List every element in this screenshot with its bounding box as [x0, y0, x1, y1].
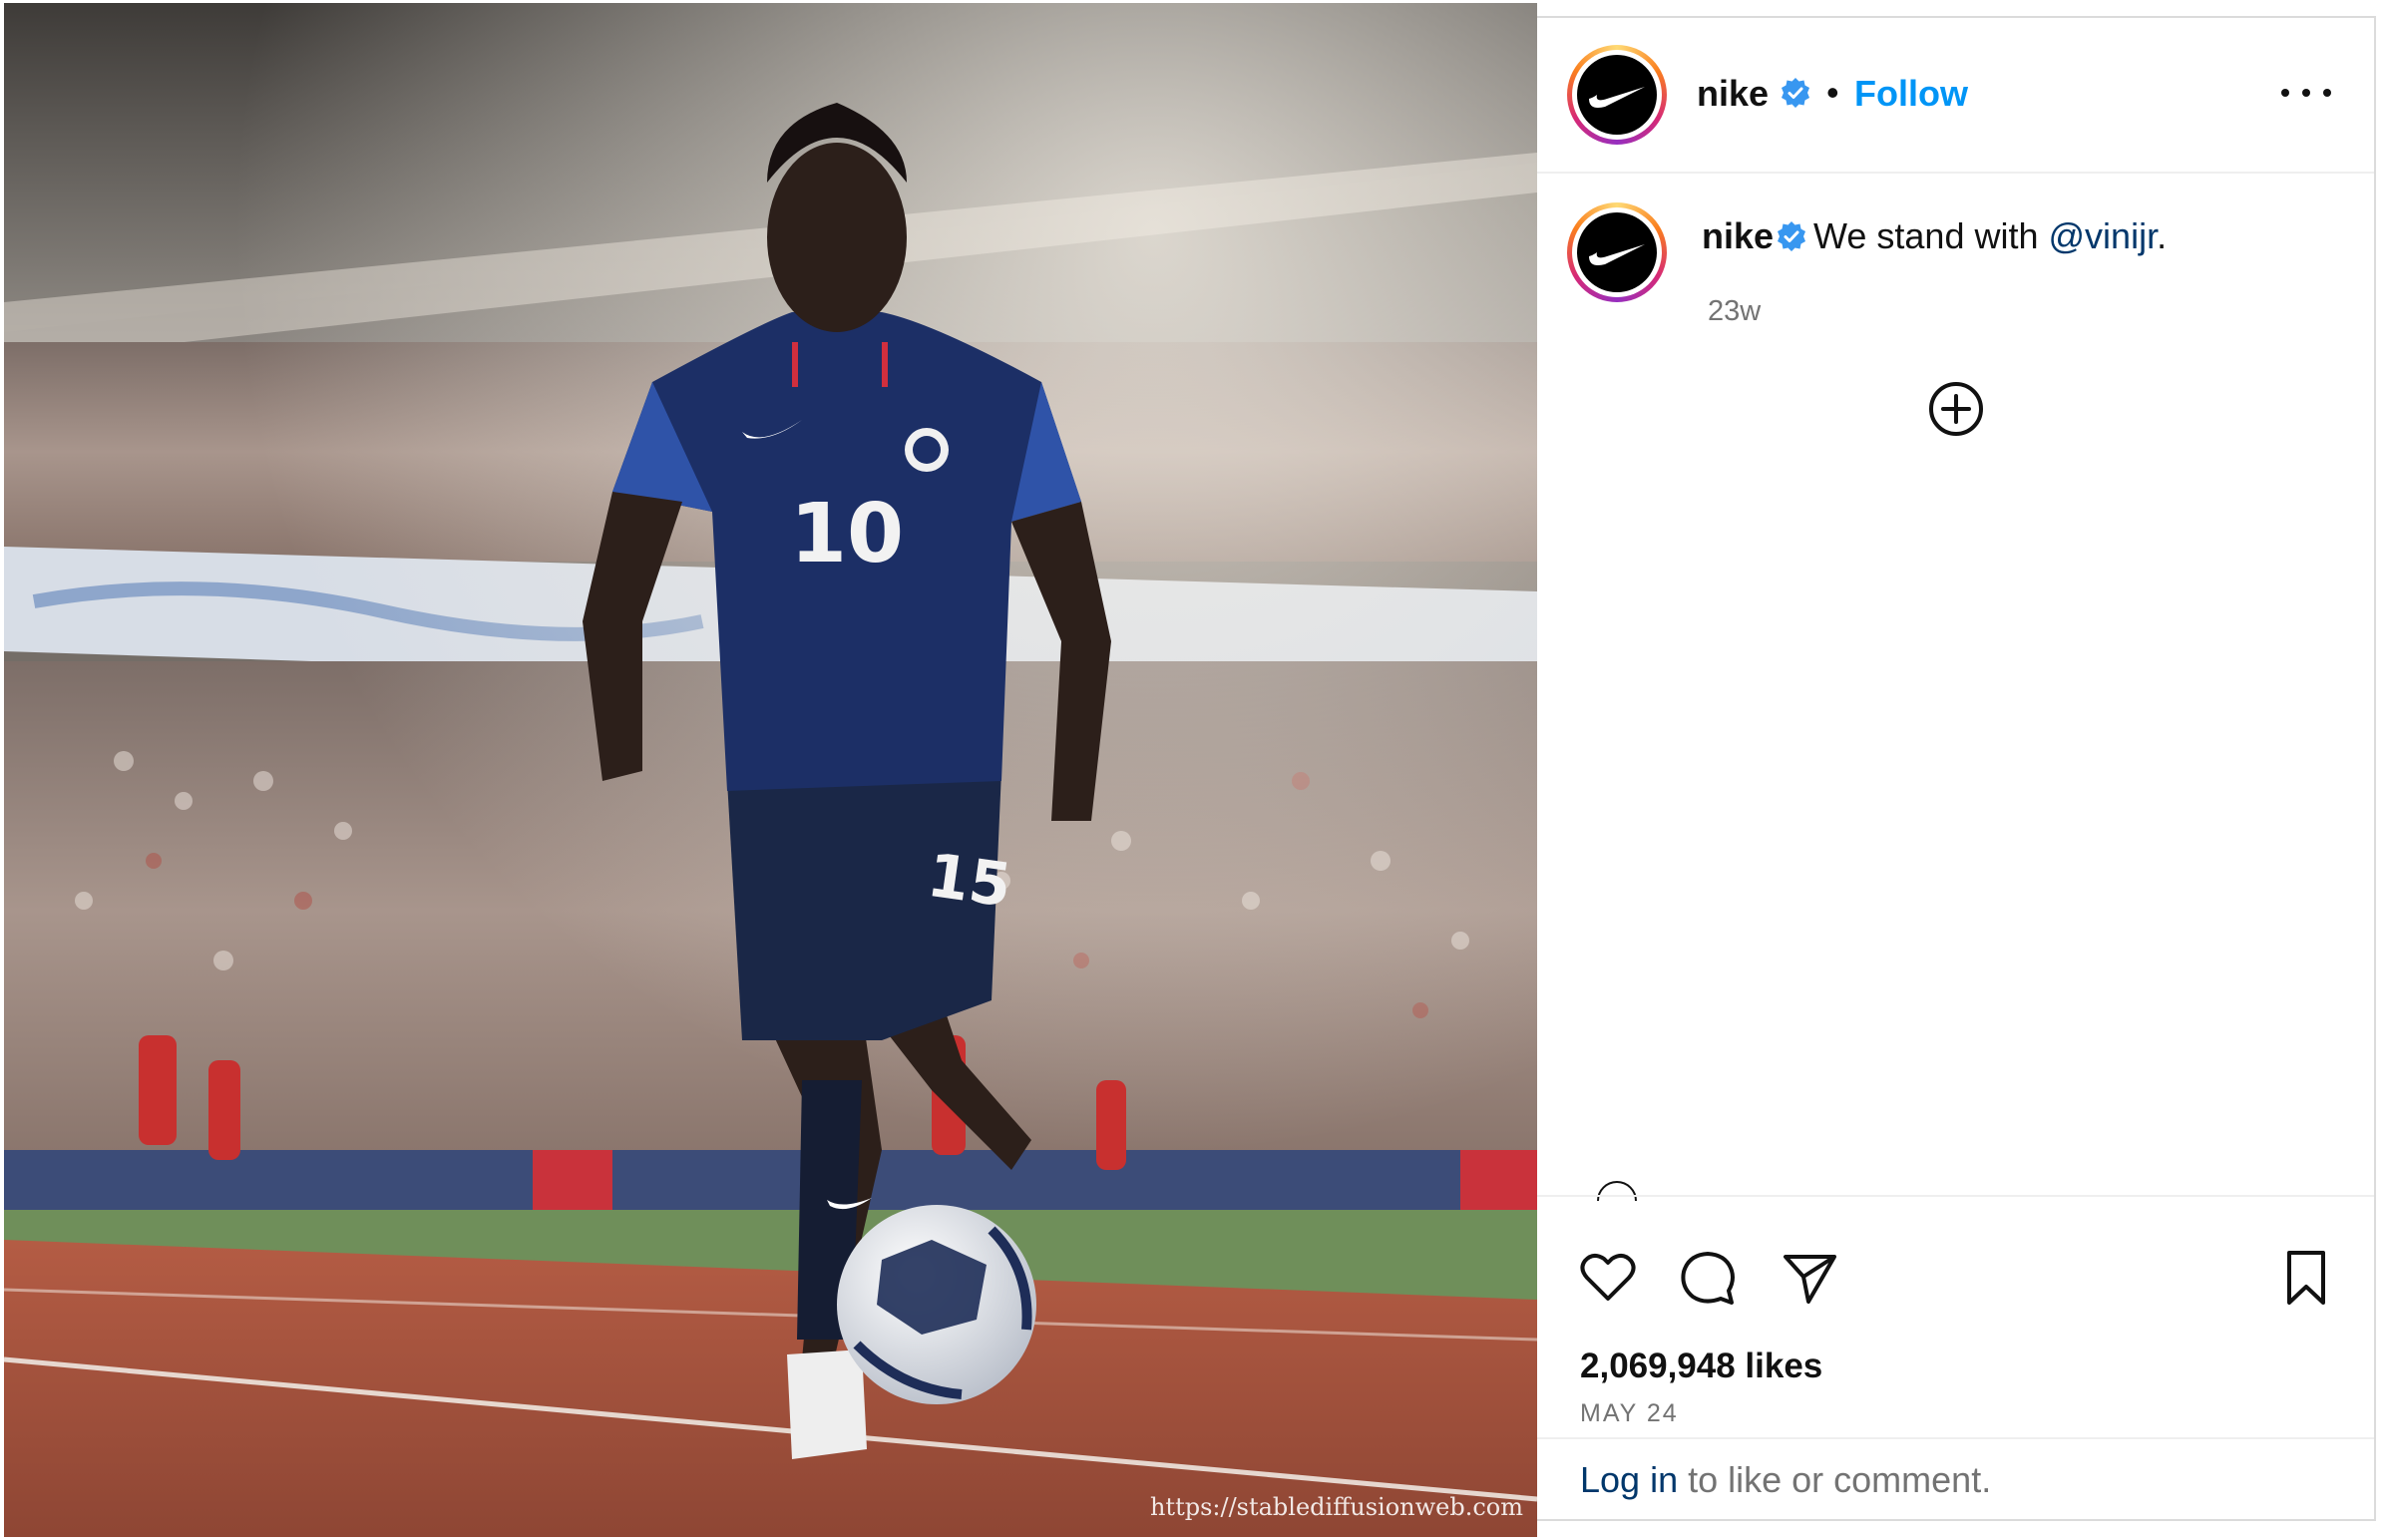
caption-end: .	[2157, 215, 2168, 256]
save-bookmark-icon[interactable]	[2275, 1247, 2337, 1309]
swoosh-logo-icon	[1589, 244, 1645, 265]
stadium-scene: 10 15	[4, 3, 1537, 1537]
post-date: MAY 24	[1580, 1399, 1679, 1427]
comment-bubble-icon[interactable]	[1677, 1247, 1739, 1309]
post-actions: 2,069,948 likes MAY 24	[1537, 1195, 2374, 1466]
like-heart-icon[interactable]	[1577, 1247, 1639, 1309]
likes-count[interactable]: 2,069,948 likes	[1580, 1347, 1822, 1386]
caption-text: We stand with	[1813, 215, 2039, 256]
username-link[interactable]: nike	[1697, 73, 1769, 115]
caption-username[interactable]: nike	[1702, 215, 1774, 256]
caption-mention-link[interactable]: @vinijr	[2049, 215, 2158, 256]
login-prompt: Log in to like or comment.	[1537, 1437, 2374, 1519]
profile-avatar[interactable]	[1567, 45, 1667, 145]
verified-badge-icon	[1782, 78, 1809, 108]
watermark-text: https://stablediffusionweb.com	[1149, 1493, 1523, 1521]
verified-badge-icon	[1778, 221, 1806, 251]
caption: nike We stand with @vinijr.	[1702, 215, 2167, 257]
soccer-ball	[837, 1205, 1036, 1404]
jersey-number: 10	[790, 487, 904, 581]
post-image[interactable]: 10 15 https://stablediffusionweb.com	[4, 3, 1537, 1537]
share-send-icon[interactable]	[1779, 1247, 1840, 1309]
follow-button[interactable]: Follow	[1854, 73, 1968, 115]
caption-avatar[interactable]	[1567, 202, 1667, 302]
separator-dot: •	[1826, 72, 1839, 113]
login-link[interactable]: Log in	[1580, 1459, 1678, 1500]
shorts-number: 15	[924, 841, 1015, 922]
post-header: nike • Follow	[1537, 18, 2374, 174]
swoosh-logo-icon	[1589, 87, 1645, 108]
load-more-comments-icon[interactable]	[1926, 379, 1986, 439]
more-options-icon[interactable]	[2281, 78, 2331, 108]
post-timestamp[interactable]: 23w	[1708, 295, 1761, 328]
login-prompt-text: to like or comment.	[1678, 1459, 1992, 1500]
post-side-panel: nike • Follow nike We stand with @vinijr…	[1537, 16, 2376, 1521]
